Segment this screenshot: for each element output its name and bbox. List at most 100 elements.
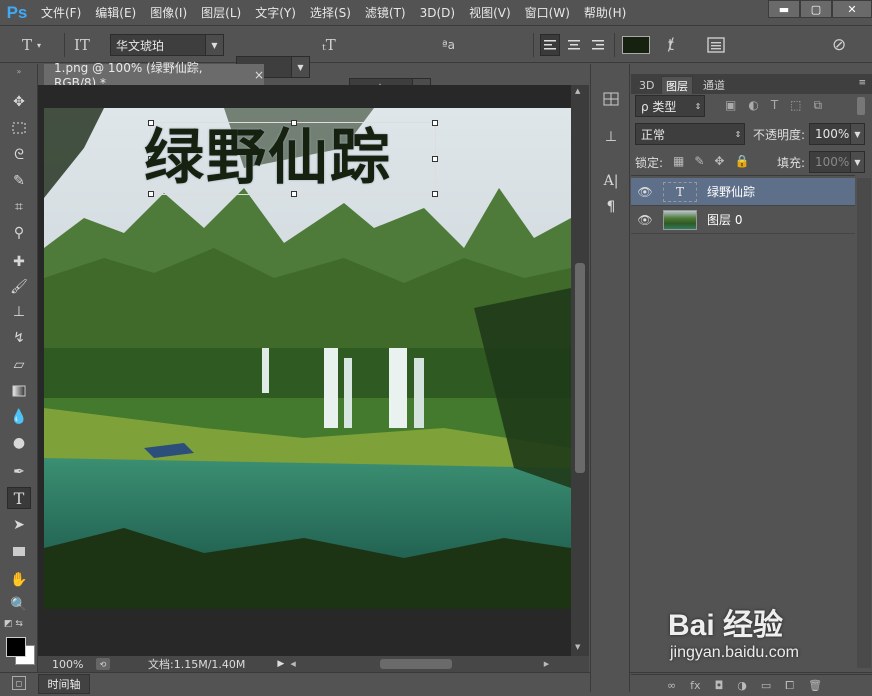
menu-edit[interactable]: 编辑(E) — [88, 0, 143, 26]
watermark-brand: Bai 经验 — [668, 609, 784, 642]
layer-style-icon[interactable]: fx — [690, 679, 700, 693]
menu-layer[interactable]: 图层(L) — [194, 0, 248, 26]
menu-window[interactable]: 窗口(W) — [518, 0, 577, 26]
tab-3d[interactable]: 3D — [635, 76, 658, 94]
canvas-text-layer[interactable]: 绿野仙踪 — [144, 122, 444, 194]
foreground-color-swatch[interactable] — [6, 637, 26, 657]
layer-row-text[interactable]: 👁 T 绿野仙踪 — [631, 178, 855, 206]
filter-toggle[interactable] — [857, 97, 865, 115]
history-brush-tool-icon[interactable]: ↯ — [7, 327, 31, 349]
tab-layers[interactable]: 图层 — [661, 76, 693, 94]
delete-layer-icon[interactable]: 🗑 — [808, 679, 822, 693]
link-layers-icon[interactable]: ∞ — [667, 679, 676, 693]
close-tab-icon[interactable]: × — [254, 68, 264, 82]
panel-menu-icon[interactable]: ≡ — [858, 78, 866, 88]
quick-select-tool-icon[interactable]: ✎ — [7, 170, 31, 192]
lock-all-icon[interactable]: 🔒 — [734, 154, 749, 168]
menu-image[interactable]: 图像(I) — [143, 0, 194, 26]
new-layer-icon[interactable]: ⧠ — [785, 679, 794, 693]
canvas-image[interactable]: 绿野仙踪 — [44, 108, 571, 609]
eraser-tool-icon[interactable]: ▱ — [7, 354, 31, 376]
vertical-scroll-thumb[interactable] — [575, 263, 585, 473]
image-layer-thumbnail — [663, 209, 697, 230]
zoom-level[interactable]: 100% — [52, 658, 92, 671]
healing-brush-tool-icon[interactable]: ✚ — [7, 251, 31, 273]
crop-tool-icon[interactable]: ⌗ — [7, 196, 31, 218]
lasso-tool-icon[interactable]: ᘓ — [7, 144, 31, 166]
blend-mode-select[interactable]: 正常 ⇕ — [635, 123, 745, 145]
path-select-tool-icon[interactable]: ➤ — [7, 514, 31, 536]
actions-panel-icon[interactable]: ⊥ — [599, 126, 623, 148]
visibility-eye-icon[interactable]: 👁 — [631, 213, 659, 227]
character-panel-icon[interactable] — [707, 34, 725, 56]
lock-image-icon[interactable]: ✎ — [694, 154, 704, 168]
layer-filter-select[interactable]: ρ 类型 ⇕ — [635, 95, 705, 117]
document-tab[interactable]: 1.png @ 100% (绿野仙踪, RGB/8) * × — [44, 61, 264, 90]
collapse-icon[interactable]: » — [7, 66, 31, 76]
scroll-up-icon[interactable]: ▲ — [575, 87, 580, 95]
menu-file[interactable]: 文件(F) — [34, 0, 88, 26]
cancel-icon[interactable]: ⊘ — [832, 34, 846, 56]
dodge-tool-icon[interactable]: ● — [7, 432, 31, 454]
menu-help[interactable]: 帮助(H) — [577, 0, 633, 26]
add-mask-icon[interactable]: ◘ — [715, 679, 724, 693]
menu-filter[interactable]: 滤镜(T) — [358, 0, 413, 26]
pen-tool-icon[interactable]: ✒ — [7, 461, 31, 483]
scroll-right-icon[interactable]: ▶ — [544, 660, 549, 668]
fill-input[interactable]: 100% ▼ — [809, 151, 865, 173]
timeline-tab[interactable]: 时间轴 — [38, 674, 90, 694]
blur-tool-icon[interactable]: 💧 — [7, 406, 31, 428]
menu-select[interactable]: 选择(S) — [303, 0, 358, 26]
eyedropper-tool-icon[interactable]: ⚲ — [7, 222, 31, 244]
character-panel-icon[interactable]: A| — [599, 170, 623, 192]
layer-row-image[interactable]: 👁 图层 0 — [631, 206, 855, 234]
layers-scrollbar[interactable] — [857, 178, 871, 668]
minimize-button[interactable]: ▬ — [768, 0, 800, 18]
vertical-scrollbar[interactable]: ▲ ▼ — [571, 85, 589, 656]
align-left-icon[interactable] — [540, 34, 560, 56]
status-icon[interactable]: ⟲ — [96, 658, 110, 670]
toggle-orientation-icon[interactable]: IT — [74, 34, 90, 56]
menu-3d[interactable]: 3D(D) — [413, 0, 462, 26]
align-center-icon[interactable] — [564, 34, 584, 56]
filter-shape-icon[interactable]: ⬚ — [790, 98, 801, 113]
warp-text-icon[interactable]: ⱦ — [668, 34, 674, 56]
history-panel-icon[interactable] — [599, 88, 623, 110]
status-menu-arrow-icon[interactable]: ▶ — [277, 659, 284, 669]
paragraph-panel-icon[interactable]: ¶ — [599, 196, 623, 218]
hand-tool-icon[interactable]: ✋ — [7, 569, 31, 591]
fill-label: 填充: — [777, 156, 806, 170]
opacity-input[interactable]: 100% ▼ — [809, 123, 865, 145]
adjustment-layer-icon[interactable]: ◑ — [737, 679, 747, 693]
lock-transparent-icon[interactable]: ▦ — [673, 154, 684, 168]
filter-adjustment-icon[interactable]: ◐ — [748, 98, 758, 113]
stamp-tool-icon[interactable]: ⊥ — [7, 301, 31, 323]
zoom-tool-icon[interactable]: 🔍 — [7, 594, 31, 616]
marquee-tool-icon[interactable] — [7, 117, 31, 139]
brush-tool-icon[interactable]: 🖌 — [7, 276, 31, 298]
menu-type[interactable]: 文字(Y) — [248, 0, 303, 26]
maximize-button[interactable]: ▢ — [800, 0, 832, 18]
move-tool-icon[interactable]: ✥ — [7, 91, 31, 113]
lock-position-icon[interactable]: ✥ — [714, 154, 724, 168]
type-tool-preset-icon[interactable]: T ▾ — [22, 34, 41, 56]
filter-smart-object-icon[interactable]: ⧉ — [814, 98, 823, 113]
new-group-icon[interactable]: ▭ — [761, 679, 771, 693]
screen-mode-icon[interactable]: ◻ — [12, 676, 26, 690]
visibility-eye-icon[interactable]: 👁 — [631, 185, 659, 199]
font-family-select[interactable]: 华文琥珀 ▼ — [110, 34, 224, 56]
tab-channels[interactable]: 通道 — [699, 76, 729, 94]
rectangle-tool-icon[interactable] — [7, 540, 31, 562]
gradient-tool-icon[interactable] — [7, 380, 31, 402]
type-tool-icon[interactable]: T — [7, 487, 31, 509]
close-button[interactable]: ✕ — [832, 0, 872, 18]
filter-type-icon[interactable]: T — [771, 98, 778, 113]
text-color-swatch[interactable] — [622, 36, 650, 54]
scroll-left-icon[interactable]: ◀ — [290, 660, 295, 668]
menu-view[interactable]: 视图(V) — [462, 0, 518, 26]
filter-pixel-icon[interactable]: ▣ — [725, 98, 736, 113]
horizontal-scroll-thumb[interactable] — [379, 659, 452, 669]
align-right-icon[interactable] — [588, 34, 608, 56]
swap-colors-icon[interactable]: ◩ ⇆ — [4, 619, 34, 631]
scroll-down-icon[interactable]: ▼ — [575, 643, 580, 651]
